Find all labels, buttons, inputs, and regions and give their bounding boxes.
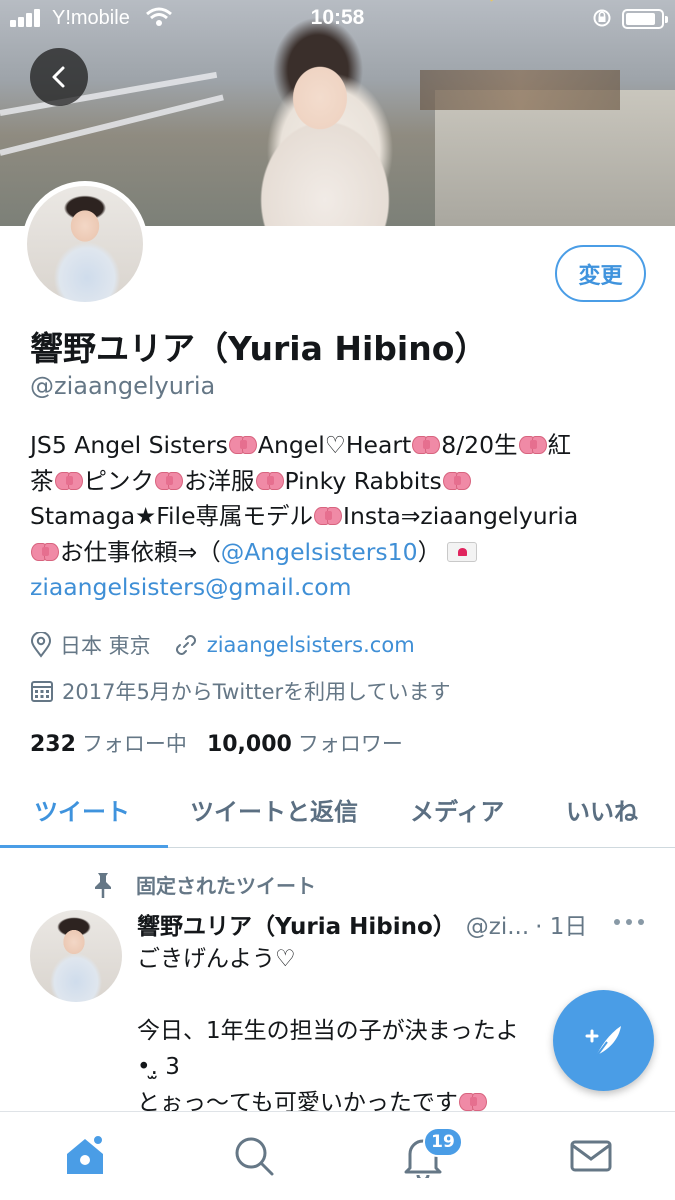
location-pin-icon: [30, 632, 52, 658]
bio-text: 紅: [547, 431, 572, 459]
mention-link[interactable]: @Angelsisters10: [221, 538, 418, 566]
tweet-date: · 1日: [535, 914, 588, 940]
ribbon-emoji-icon: [155, 470, 183, 492]
profile-handle: @ziaangelyuria: [30, 372, 216, 400]
ribbon-emoji-icon: [228, 434, 257, 456]
profile-display-name: 響野ユリア（Yuria Hibino）: [30, 329, 488, 368]
following-count[interactable]: 232: [30, 732, 76, 757]
back-button[interactable]: [30, 48, 88, 106]
profile-location: 日本 東京: [60, 634, 151, 658]
bottom-navigation: [0, 1111, 675, 1200]
tab-tweets-and-replies[interactable]: ツイートと返信: [190, 792, 358, 827]
active-tab-indicator: [0, 845, 168, 848]
tweet-author-avatar[interactable]: [30, 910, 122, 1002]
tab-media[interactable]: メディア: [410, 792, 504, 827]
ribbon-emoji-icon: [255, 470, 284, 492]
bio-line: JS5 Angel Sisters Angel♡Heart 8/20生 紅: [30, 428, 650, 464]
profile-tabs: ツイート ツイートと返信 メディア いいね: [0, 778, 675, 848]
notification-badge: 19: [423, 1127, 463, 1157]
profile-website-link[interactable]: ziaangelsisters.com: [207, 633, 415, 657]
follow-stats: 232 フォロー中 10,000 フォロワー: [30, 728, 423, 758]
tweet-more-options-icon[interactable]: [614, 919, 646, 927]
battery-level: [626, 13, 655, 25]
bio-text: Pinky Rabbits: [284, 466, 442, 495]
rotation-lock-icon: [593, 9, 611, 27]
tweet-author-name: 響野ユリア（Yuria Hibino）: [137, 914, 456, 940]
compose-feather-icon: [585, 1025, 621, 1059]
bio-text: JS5 Angel Sisters: [30, 431, 228, 459]
ribbon-emoji-icon: [54, 470, 83, 492]
profile-joined-date: 2017年5月からTwitterを利用しています: [62, 680, 451, 704]
bio-text: ピンク: [83, 466, 155, 495]
pinned-text: 固定されたツイート: [136, 874, 316, 898]
ribbon-emoji-icon: [458, 1091, 487, 1113]
profile-joined-row: 2017年5月からTwitterを利用しています: [30, 676, 451, 706]
link-icon: [175, 635, 196, 655]
bio-line: Stamaga★File専属モデル Insta⇒ziaangelyuria: [30, 499, 650, 535]
compose-tweet-button[interactable]: [553, 990, 654, 1091]
clock: 10:58: [310, 6, 365, 29]
banner-person-photo: [220, 40, 440, 226]
status-bar: Y!mobile 10:58: [0, 0, 675, 38]
bio-text: 8/20生: [441, 431, 518, 459]
tweet-author-handle: @zi...: [465, 914, 530, 940]
profile-meta-row: 日本 東京 ziaangelsisters.com: [30, 630, 415, 660]
followers-label[interactable]: フォロワー: [298, 732, 403, 756]
profile-avatar[interactable]: [22, 181, 148, 307]
bio-text: Stamaga★File専属モデル: [30, 502, 314, 530]
bio-text: ）: [417, 537, 442, 566]
pin-icon: [95, 872, 111, 898]
edit-profile-button[interactable]: 変更: [555, 245, 646, 302]
tweet-line: ごきげんよう♡: [137, 946, 296, 972]
bio-text: 茶: [30, 466, 54, 495]
following-label[interactable]: フォロー中: [82, 732, 187, 756]
bio-text: Insta⇒ziaangelyuria: [343, 502, 579, 530]
bio-line: お仕事依頼⇒（@Angelsisters10）: [30, 535, 650, 571]
search-icon[interactable]: [232, 1134, 276, 1178]
ribbon-emoji-icon: [314, 505, 343, 527]
bio-text: お洋服: [184, 466, 255, 495]
tab-tweets[interactable]: ツイート: [34, 792, 130, 827]
ribbon-emoji-icon: [518, 434, 547, 456]
bio-text: お仕事依頼⇒（: [60, 537, 221, 566]
pinned-tweet-label: 固定されたツイート: [90, 870, 316, 899]
ribbon-emoji-icon: [412, 434, 441, 456]
tab-likes[interactable]: いいね: [566, 792, 638, 827]
chevron-left-icon: [52, 66, 65, 88]
profile-bio: JS5 Angel Sisters Angel♡Heart 8/20生紅 茶ピンクお…: [30, 428, 650, 606]
tweet-header: 響野ユリア（Yuria Hibino） @zi... · 1日: [137, 907, 657, 941]
ribbon-emoji-icon: [31, 541, 59, 563]
home-icon[interactable]: [63, 1134, 107, 1178]
twitter-profile-screen: Y!mobile 10:58 変更 響野ユリア（Yuria Hibino） @z…: [0, 0, 675, 1200]
bio-text: Angel♡Heart: [257, 431, 412, 459]
followers-count[interactable]: 10,000: [207, 732, 292, 757]
bio-line: 茶ピンク お洋服 Pinky Rabbits: [30, 464, 650, 500]
email-link[interactable]: ziaangelsisters@gmail.com: [30, 570, 650, 606]
calendar-icon: [31, 681, 53, 702]
love-letter-emoji-icon: [447, 541, 478, 562]
battery-icon: [622, 9, 668, 29]
messages-icon[interactable]: [569, 1134, 613, 1178]
ribbon-emoji-icon: [442, 470, 471, 492]
